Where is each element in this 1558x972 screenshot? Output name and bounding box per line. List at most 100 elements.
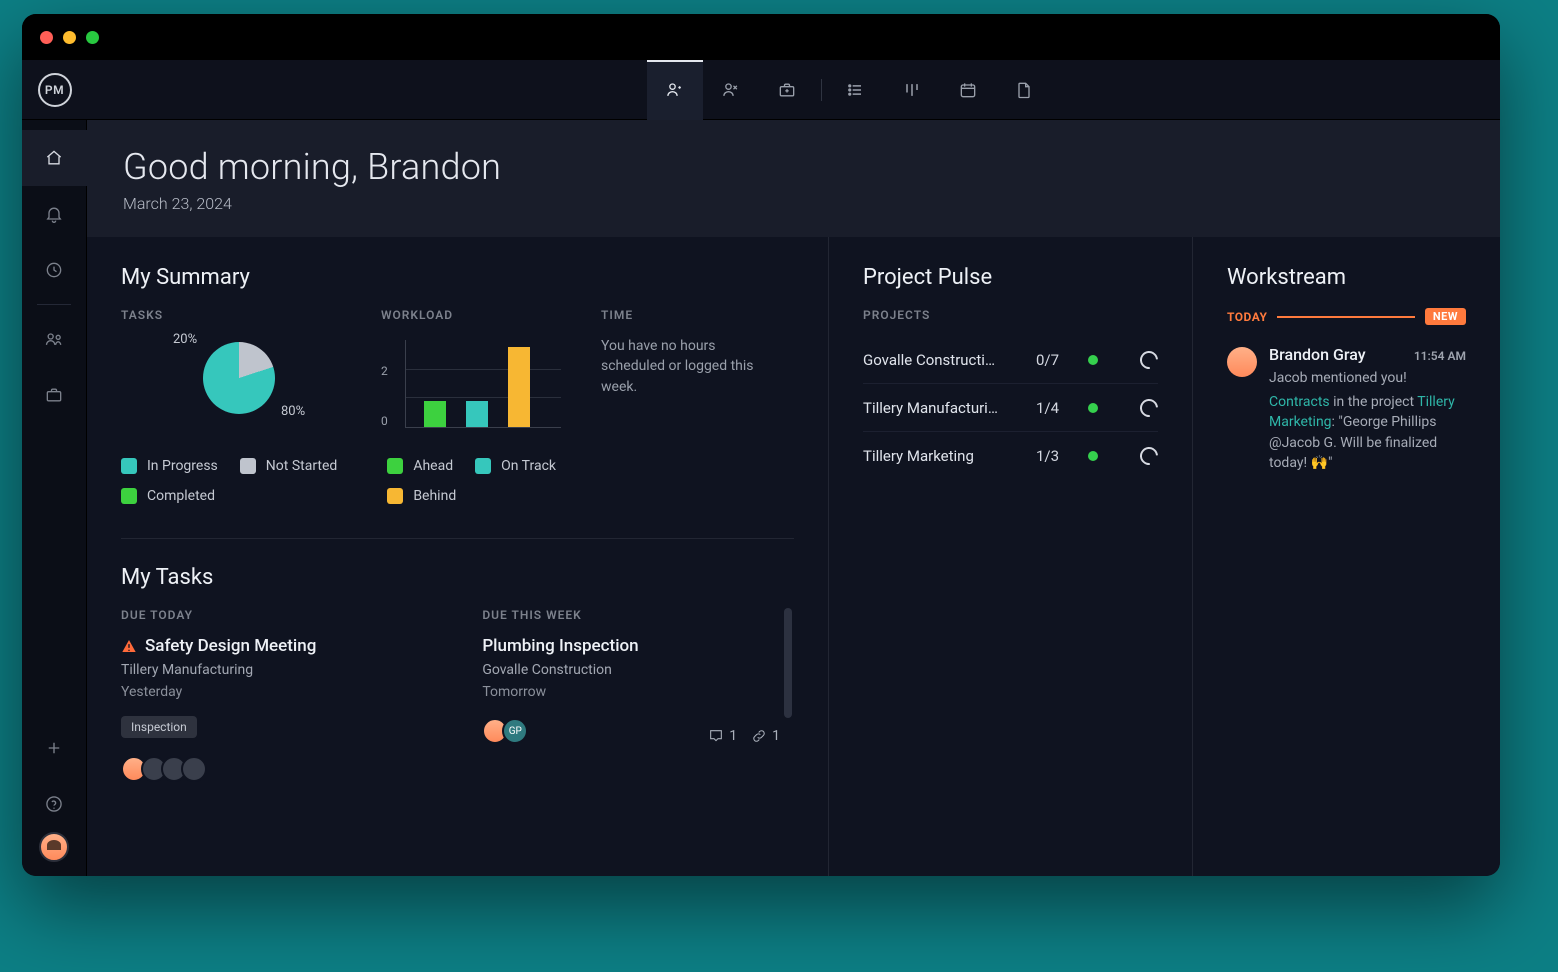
team-icon	[44, 329, 64, 349]
panel-project-pulse: Project Pulse PROJECTS Govalle Construct…	[829, 237, 1193, 876]
sidebar	[22, 120, 87, 876]
kanban-icon	[902, 80, 922, 100]
progress-ring-icon	[1136, 395, 1161, 420]
sidebar-divider	[37, 304, 71, 305]
ytick-2: 2	[381, 364, 388, 378]
task-when: Yesterday	[121, 684, 432, 700]
panel-workstream: Workstream TODAY NEW Brandon Gray 11:54 …	[1193, 237, 1500, 876]
task-avatars: GP	[482, 718, 528, 744]
tab-calendar[interactable]	[940, 60, 996, 120]
due-week-label: DUE THIS WEEK	[482, 608, 780, 622]
pie-label-20: 20%	[173, 332, 197, 347]
legend-not-started: Not Started	[240, 458, 338, 474]
project-row[interactable]: Tillery Marketing 1/3	[863, 432, 1158, 480]
ytick-0: 0	[381, 414, 388, 428]
workstream-divider	[1277, 316, 1414, 318]
app-window: PM	[22, 14, 1500, 876]
projects-label: PROJECTS	[863, 308, 1158, 322]
status-dot-icon	[1088, 403, 1098, 413]
sidebar-add[interactable]	[22, 720, 87, 776]
sidebar-recent[interactable]	[22, 242, 87, 298]
project-count: 0/7	[1036, 351, 1076, 369]
task-card[interactable]: Plumbing Inspection Govalle Construction…	[482, 636, 780, 744]
project-row[interactable]: Tillery Manufacturi… 1/4	[863, 384, 1158, 432]
project-count: 1/3	[1036, 447, 1076, 465]
progress-ring-icon	[1136, 443, 1161, 468]
comment-count: 1	[708, 728, 737, 744]
tab-list[interactable]	[828, 60, 884, 120]
link-icon	[751, 728, 767, 744]
scrollbar-thumb[interactable]	[784, 608, 792, 718]
task-title-text: Safety Design Meeting	[145, 636, 316, 656]
workstream-link[interactable]: Contracts	[1269, 394, 1330, 410]
project-name: Tillery Marketing	[863, 447, 1024, 465]
tab-board[interactable]	[884, 60, 940, 120]
project-pulse-title: Project Pulse	[863, 265, 1158, 290]
sidebar-home[interactable]	[22, 130, 87, 186]
tasks-pie-chart: 20% 80%	[121, 336, 321, 426]
workstream-message: Contracts in the project Tillery Marketi…	[1269, 392, 1466, 473]
project-name: Govalle Constructi…	[863, 351, 1024, 369]
bar-behind	[508, 347, 530, 427]
workstream-today-label: TODAY	[1227, 310, 1267, 324]
workstream-user: Brandon Gray	[1269, 345, 1366, 364]
my-tasks-title: My Tasks	[121, 565, 794, 590]
avatar	[1227, 347, 1257, 377]
task-when: Tomorrow	[482, 684, 780, 700]
tasks-label: TASKS	[121, 308, 381, 322]
appbar: PM	[22, 60, 1500, 120]
workstream-item[interactable]: Brandon Gray 11:54 AM Jacob mentioned yo…	[1227, 345, 1466, 473]
bell-icon	[44, 204, 64, 224]
sidebar-current-user-avatar[interactable]	[39, 832, 69, 862]
briefcase-icon	[44, 385, 64, 405]
close-window-button[interactable]	[40, 31, 53, 44]
plus-icon	[45, 739, 63, 757]
sidebar-projects[interactable]	[22, 367, 87, 423]
pie-label-80: 80%	[281, 404, 305, 419]
avatar-initials: GP	[502, 718, 528, 744]
tab-people-off[interactable]	[703, 60, 759, 120]
home-icon	[44, 148, 64, 168]
app-logo[interactable]: PM	[22, 60, 87, 120]
time-empty-text: You have no hours scheduled or logged th…	[601, 336, 781, 397]
legend-in-progress: In Progress	[121, 458, 218, 474]
workstream-title: Workstream	[1227, 265, 1466, 290]
main: Good morning, Brandon March 23, 2024 My …	[87, 120, 1500, 876]
task-card[interactable]: Safety Design Meeting Tillery Manufactur…	[121, 636, 432, 782]
people-icon	[665, 80, 685, 100]
tab-portfolio[interactable]	[759, 60, 815, 120]
maximize-window-button[interactable]	[86, 31, 99, 44]
briefcase-plus-icon	[777, 80, 797, 100]
calendar-icon	[958, 80, 978, 100]
pie-icon	[203, 342, 275, 414]
tab-people[interactable]	[647, 60, 703, 120]
file-icon	[1014, 80, 1034, 100]
task-project: Govalle Construction	[482, 662, 780, 678]
greeting-title: Good morning, Brandon	[123, 146, 1464, 188]
list-icon	[846, 80, 866, 100]
my-summary-title: My Summary	[121, 265, 794, 290]
workload-bar-chart: 2 0	[381, 336, 561, 436]
sidebar-help[interactable]	[22, 776, 87, 832]
sidebar-team[interactable]	[22, 311, 87, 367]
panel-my-summary: My Summary TASKS 20% 80% WORKLOAD	[87, 237, 829, 876]
comment-icon	[708, 728, 724, 744]
task-project: Tillery Manufacturing	[121, 662, 432, 678]
sidebar-notifications[interactable]	[22, 186, 87, 242]
project-name: Tillery Manufacturi…	[863, 399, 1024, 417]
people-remove-icon	[721, 80, 741, 100]
clock-icon	[44, 260, 64, 280]
help-icon	[44, 794, 64, 814]
project-count: 1/4	[1036, 399, 1076, 417]
minimize-window-button[interactable]	[63, 31, 76, 44]
divider	[121, 538, 794, 539]
greeting: Good morning, Brandon March 23, 2024	[87, 120, 1500, 237]
task-title-text: Plumbing Inspection	[482, 636, 638, 656]
avatar	[181, 756, 207, 782]
legend-ontrack: On Track	[475, 458, 556, 474]
project-row[interactable]: Govalle Constructi… 0/7	[863, 336, 1158, 384]
workload-label: WORKLOAD	[381, 308, 601, 322]
tab-files[interactable]	[996, 60, 1052, 120]
tab-divider	[821, 79, 822, 101]
progress-ring-icon	[1136, 347, 1161, 372]
